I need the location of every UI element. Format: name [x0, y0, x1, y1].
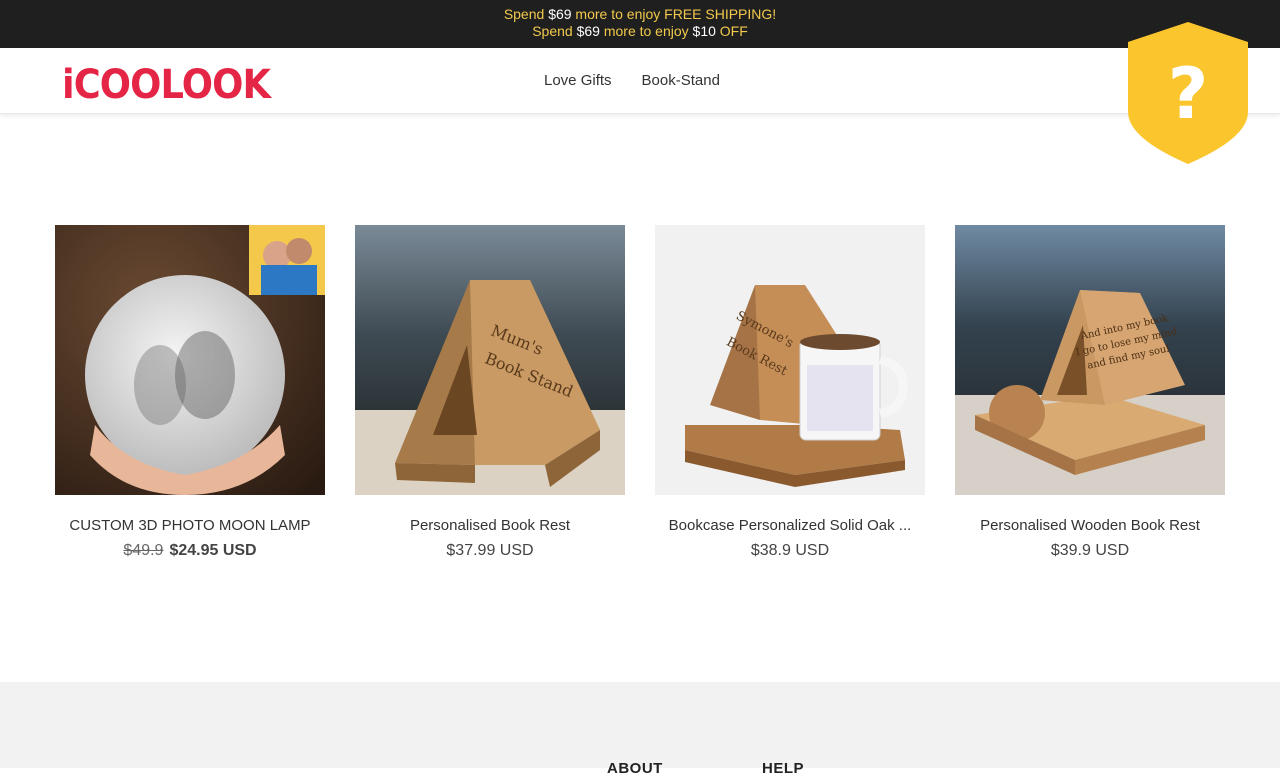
product-title[interactable]: CUSTOM 3D PHOTO MOON LAMP: [55, 517, 325, 534]
product-card[interactable]: Symone's Book Rest Bookcase Personalized…: [655, 225, 925, 560]
sale-price: $24.95 USD: [169, 542, 257, 559]
main-nav: Love Gifts Book-Stand: [544, 72, 720, 89]
product-price: $49.9 $24.95 USD: [55, 542, 325, 560]
announcement-bar: Spend $69 more to enjoy FREE SHIPPING! S…: [0, 0, 1280, 48]
product-card[interactable]: Mum's Book Stand Personalised Book Rest …: [355, 225, 625, 560]
svg-text:?: ?: [1168, 53, 1209, 135]
product-grid: CUSTOM 3D PHOTO MOON LAMP $49.9 $24.95 US…: [55, 225, 1225, 585]
footer-about-heading: ABOUT: [607, 760, 663, 777]
product-price: $38.9 USD: [750, 542, 830, 559]
product-image-book-rest[interactable]: Mum's Book Stand: [355, 225, 625, 495]
product-image-moon-lamp[interactable]: [55, 225, 325, 495]
product-title[interactable]: Bookcase Personalized Solid Oak ...: [655, 517, 925, 534]
discount-message: Spend $69 more to enjoy $10 OFF: [532, 23, 748, 39]
nav-book-stand[interactable]: Book-Stand: [642, 72, 720, 89]
question-shield-icon[interactable]: ?: [1126, 20, 1250, 166]
product-price: $39.9 USD: [1050, 542, 1130, 559]
nav-love-gifts[interactable]: Love Gifts: [544, 72, 612, 89]
product-image-wooden-book-rest[interactable]: And into my book I go to lose my mind an…: [955, 225, 1225, 495]
original-price: $49.9: [123, 542, 164, 559]
product-card[interactable]: And into my book I go to lose my mind an…: [955, 225, 1225, 560]
product-price: $37.99 USD: [446, 542, 534, 559]
site-footer: ABOUT HELP: [0, 682, 1280, 777]
product-title[interactable]: Personalised Book Rest: [355, 517, 625, 534]
site-header: iCOOLOOK Love Gifts Book-Stand: [0, 48, 1280, 114]
free-shipping-message: Spend $69 more to enjoy FREE SHIPPING!: [503, 6, 777, 22]
footer-help-heading: HELP: [762, 760, 805, 777]
product-title[interactable]: Personalised Wooden Book Rest: [955, 517, 1225, 534]
site-logo[interactable]: iCOOLOOK: [62, 62, 271, 108]
product-image-bookcase-oak[interactable]: Symone's Book Rest: [655, 225, 925, 495]
product-card[interactable]: CUSTOM 3D PHOTO MOON LAMP $49.9 $24.95 US…: [55, 225, 325, 560]
